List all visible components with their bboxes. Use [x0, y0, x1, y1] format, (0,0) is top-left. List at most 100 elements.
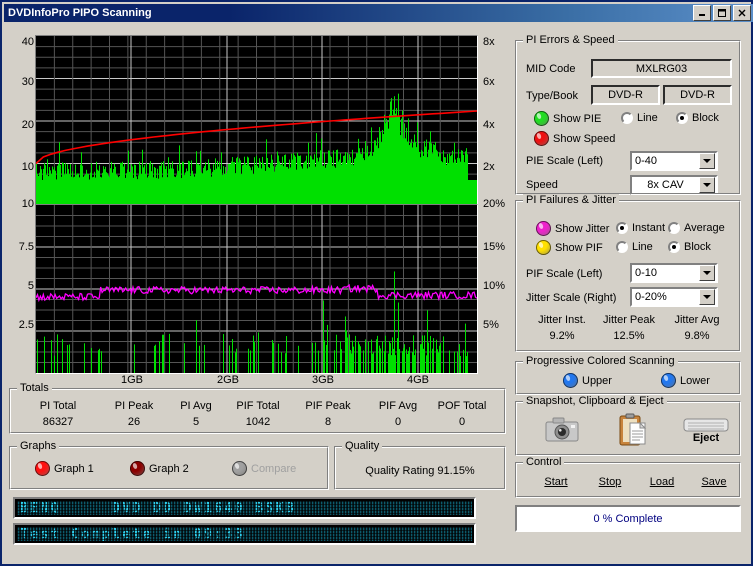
- jitter-scale-select[interactable]: 0-20%: [630, 287, 718, 307]
- lower-toggle[interactable]: Lower: [661, 373, 710, 388]
- type-value: DVD-R: [591, 85, 660, 105]
- top-axis-tick-8x: 8x: [483, 36, 495, 48]
- top-axis-tick-30: 30: [10, 76, 34, 88]
- totals-legend: Totals: [17, 382, 52, 394]
- radio-block-pie[interactable]: [676, 112, 688, 124]
- lower-led: [661, 373, 676, 388]
- average-radio[interactable]: Average: [668, 222, 725, 234]
- load-button[interactable]: Load: [636, 476, 688, 488]
- show-pif-led: [536, 240, 551, 255]
- save-button[interactable]: Save: [688, 476, 740, 488]
- compare-label: Compare: [251, 463, 296, 475]
- x-axis-tick-1gb: 1GB: [112, 374, 152, 386]
- top-axis-tick-4x: 4x: [483, 119, 495, 131]
- chevron-down-icon[interactable]: [699, 177, 715, 193]
- show-jitter-label: Show Jitter: [555, 223, 609, 235]
- totals-group: Totals PI Total PI Peak PI Avg PIF Total…: [9, 388, 506, 434]
- speed-select[interactable]: 8x CAV: [630, 175, 718, 195]
- type-book-label: Type/Book: [526, 90, 578, 102]
- progressive-legend: Progressive Colored Scanning: [523, 355, 678, 367]
- quality-group: Quality Quality Rating 91.15%: [334, 446, 506, 490]
- jitter-scale-value: 0-20%: [632, 291, 699, 303]
- window-title: DVDInfoPro PIPO Scanning: [4, 7, 152, 19]
- jitter-scale-label: Jitter Scale (Right): [526, 292, 616, 304]
- mid-code-label: MID Code: [526, 63, 576, 75]
- pif-line-label: Line: [632, 241, 653, 253]
- clipboard-icon[interactable]: [617, 412, 649, 448]
- pif-scale-label: PIF Scale (Left): [526, 268, 602, 280]
- pie-line-radio[interactable]: Line: [621, 112, 658, 124]
- top-axis-tick-2x: 2x: [483, 161, 495, 173]
- control-legend: Control: [523, 456, 564, 468]
- pi-failures-group: PI Failures & Jitter Show Jitter Instant…: [515, 200, 741, 352]
- radio-block-pif[interactable]: [668, 241, 680, 253]
- control-group: Control Start Stop Load Save: [515, 462, 741, 498]
- totals-header-pi-total: PI Total: [18, 400, 98, 412]
- bottom-axis-tick-15pct: 15%: [483, 241, 505, 253]
- pie-line-label: Line: [637, 112, 658, 124]
- compare-toggle[interactable]: Compare: [232, 461, 296, 476]
- bottom-axis-tick-5: 5: [10, 280, 34, 292]
- graph-1-label: Graph 1: [54, 463, 94, 475]
- progress-text: 0 % Complete: [593, 513, 662, 525]
- instant-radio[interactable]: Instant: [616, 222, 665, 234]
- progressive-group: Progressive Colored Scanning Upper Lower: [515, 361, 741, 395]
- top-axis-tick-6x: 6x: [483, 76, 495, 88]
- show-pif-toggle[interactable]: Show PIF: [536, 240, 603, 255]
- eject-button[interactable]: Eject: [681, 412, 731, 448]
- minimize-button[interactable]: [693, 5, 711, 21]
- quality-legend: Quality: [342, 440, 382, 452]
- progress-bar: 0 % Complete: [515, 505, 741, 532]
- average-label: Average: [684, 222, 725, 234]
- pie-scale-label: PIE Scale (Left): [526, 155, 603, 167]
- show-pie-toggle[interactable]: Show PIE: [534, 111, 601, 126]
- graph-1-toggle[interactable]: Graph 1: [35, 461, 94, 476]
- close-button[interactable]: [733, 5, 751, 21]
- pie-block-radio[interactable]: Block: [676, 112, 719, 124]
- lower-label: Lower: [680, 375, 710, 387]
- pif-block-radio[interactable]: Block: [668, 241, 711, 253]
- show-speed-label: Show Speed: [553, 133, 615, 145]
- pi-errors-chart[interactable]: [35, 35, 478, 207]
- top-axis-tick-40: 40: [10, 36, 34, 48]
- show-speed-led: [534, 131, 549, 146]
- pif-scale-select[interactable]: 0-10: [630, 263, 718, 283]
- start-button[interactable]: Start: [530, 476, 582, 488]
- chevron-down-icon[interactable]: [699, 153, 715, 169]
- lcd-line-1: BENQ DVD DD DW1640 BSKB: [20, 501, 296, 515]
- instant-label: Instant: [632, 222, 665, 234]
- graph-2-toggle[interactable]: Graph 2: [130, 461, 189, 476]
- speed-label: Speed: [526, 179, 558, 191]
- pie-scale-select[interactable]: 0-40: [630, 151, 718, 171]
- chevron-down-icon[interactable]: [699, 289, 715, 305]
- x-axis-tick-4gb: 4GB: [398, 374, 438, 386]
- totals-header-pif-peak: PIF Peak: [288, 400, 368, 412]
- window-buttons: [693, 5, 751, 21]
- lcd-status-display: Test Complete in 09:33: [13, 523, 476, 545]
- pie-scale-value: 0-40: [632, 155, 699, 167]
- radio-line-pif[interactable]: [616, 241, 628, 253]
- pi-failures-chart[interactable]: [35, 204, 478, 374]
- show-jitter-toggle[interactable]: Show Jitter: [536, 221, 609, 236]
- chevron-down-icon[interactable]: [699, 265, 715, 281]
- quality-rating-text: Quality Rating 91.15%: [335, 465, 505, 477]
- totals-value-pof-total: 0: [422, 416, 502, 428]
- radio-instant[interactable]: [616, 222, 628, 234]
- jitter-avg-label: Jitter Avg: [664, 314, 730, 326]
- divider-axis-tick-left: 10: [10, 198, 34, 210]
- pif-line-radio[interactable]: Line: [616, 241, 653, 253]
- speed-value: 8x CAV: [632, 179, 699, 191]
- camera-icon[interactable]: [544, 414, 580, 446]
- show-speed-toggle[interactable]: Show Speed: [534, 131, 615, 146]
- lcd-line-2: Test Complete in 09:33: [20, 527, 245, 541]
- totals-header-pif-total: PIF Total: [218, 400, 298, 412]
- maximize-button[interactable]: [713, 5, 731, 21]
- upper-toggle[interactable]: Upper: [563, 373, 612, 388]
- stop-button[interactable]: Stop: [584, 476, 636, 488]
- jitter-peak-label: Jitter Peak: [595, 314, 663, 326]
- graph-2-label: Graph 2: [149, 463, 189, 475]
- totals-header-pof-total: POF Total: [422, 400, 502, 412]
- radio-line-pie[interactable]: [621, 112, 633, 124]
- radio-average[interactable]: [668, 222, 680, 234]
- divider-axis-tick-right: 20%: [483, 198, 505, 210]
